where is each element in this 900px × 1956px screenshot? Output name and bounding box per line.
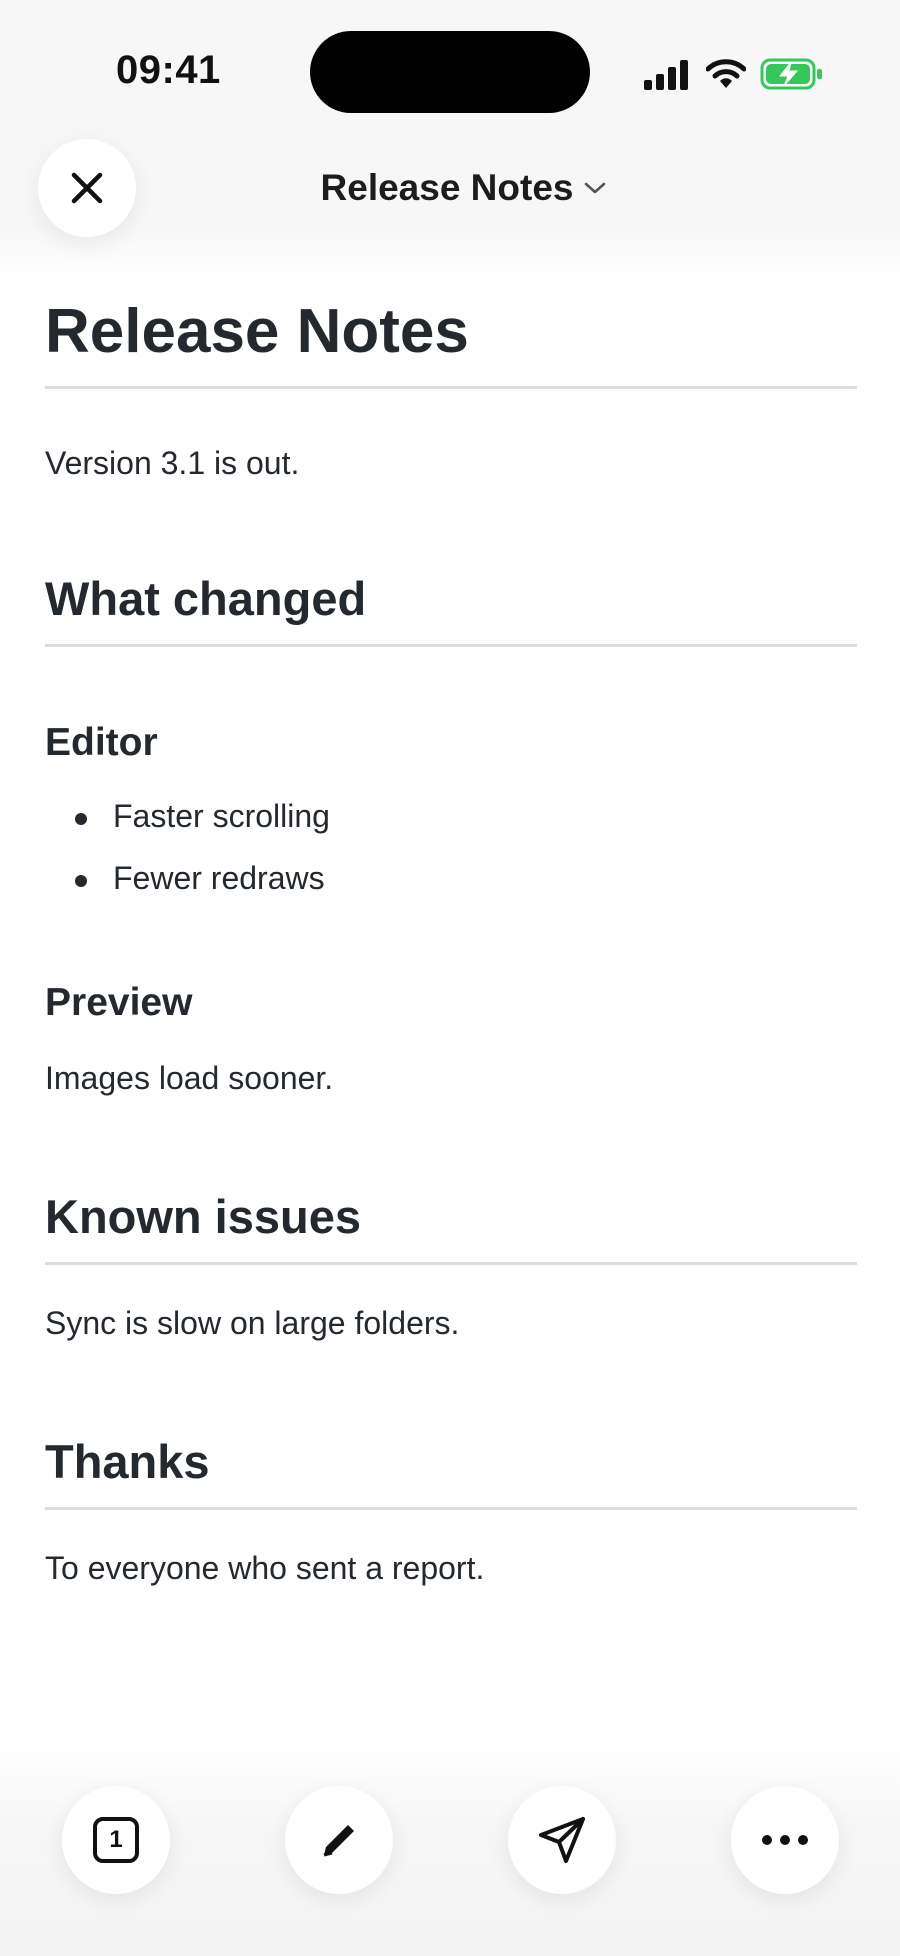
chevron-down-icon (585, 182, 606, 194)
preview-paragraph: Images load sooner. (45, 1060, 334, 1096)
bullet-list: Faster scrolling Fewer redraws (45, 796, 857, 899)
thanks-paragraph-block: To everyone who sent a report. (45, 1548, 857, 1590)
more-button[interactable] (731, 1786, 839, 1894)
section-known-issues: Known issues (45, 1190, 857, 1266)
section-thanks: Thanks (45, 1435, 857, 1511)
more-icon (762, 1835, 808, 1845)
status-icons (644, 56, 824, 92)
edit-button[interactable] (285, 1786, 393, 1894)
status-time: 09:41 (116, 48, 221, 92)
section-heading: Known issues (45, 1190, 857, 1266)
screen: 09:41 Release Notes Release Notes Versio… (0, 0, 900, 1956)
subsection-heading: Editor (45, 721, 158, 764)
nav-title: Release Notes (320, 167, 574, 208)
intro-paragraph-block: Version 3.1 is out. (45, 443, 857, 485)
share-button[interactable] (508, 1786, 616, 1894)
status-bar: 09:41 (0, 0, 900, 140)
list-item: Fewer redraws (45, 858, 857, 900)
preview-paragraph-block: Images load sooner. (45, 1058, 857, 1100)
section-heading: What changed (45, 572, 857, 648)
subsection-heading: Preview (45, 981, 193, 1024)
wifi-icon (706, 59, 746, 88)
send-icon (539, 1817, 585, 1863)
document-title-menu[interactable]: Release Notes (0, 160, 900, 216)
known-issues-paragraph: Sync is slow on large folders. (45, 1305, 460, 1341)
edit-icon (323, 1825, 354, 1857)
list-item: Faster scrolling (45, 796, 857, 838)
tabs-icon: 1 (92, 1816, 140, 1864)
battery-charging-icon (760, 58, 822, 90)
tabs-button[interactable]: 1 (62, 1786, 170, 1894)
subsection-preview: Preview (45, 980, 857, 1027)
section-what-changed: What changed (45, 572, 857, 648)
doc-title-block: Release Notes (45, 297, 857, 390)
subsection-editor: Editor (45, 720, 857, 767)
dynamic-island (310, 31, 590, 113)
section-heading: Thanks (45, 1435, 857, 1511)
cellular-signal-icon (644, 60, 688, 90)
intro-paragraph: Version 3.1 is out. (45, 445, 300, 481)
doc-title: Release Notes (45, 297, 857, 390)
known-issues-paragraph-block: Sync is slow on large folders. (45, 1303, 857, 1345)
tabs-count: 1 (109, 1826, 123, 1853)
thanks-paragraph: To everyone who sent a report. (45, 1550, 485, 1586)
editor-list-block: Faster scrolling Fewer redraws (45, 796, 857, 899)
